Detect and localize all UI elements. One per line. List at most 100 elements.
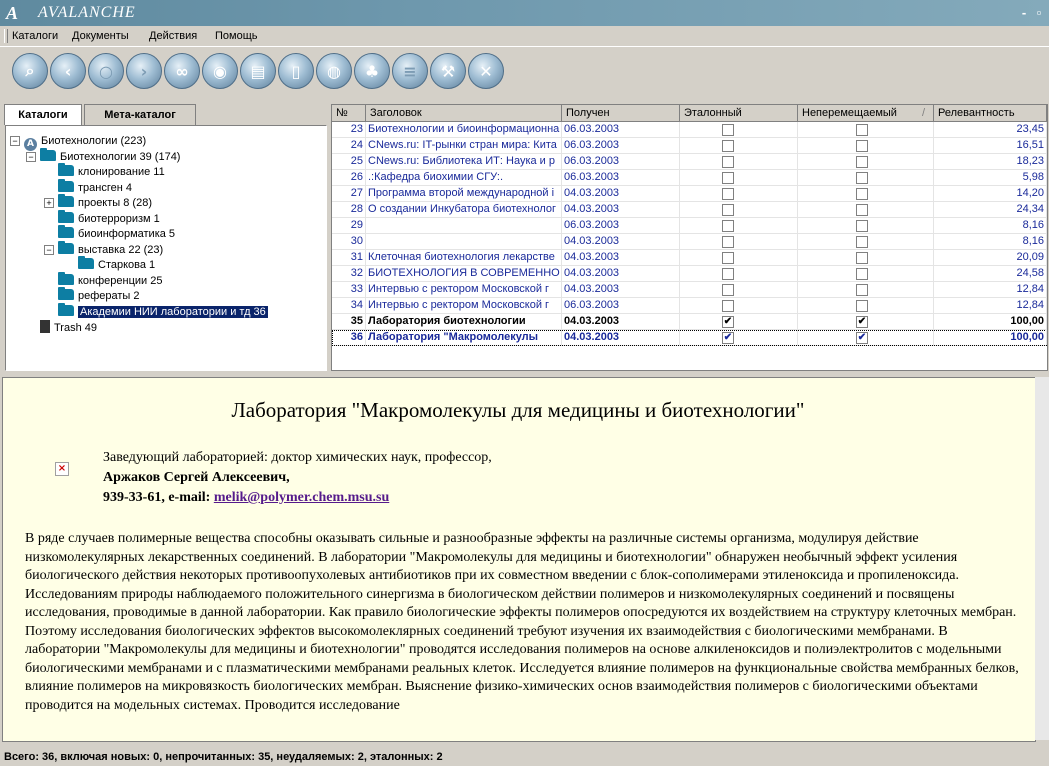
header-col-fixed[interactable]: Неперемещаемый / (798, 105, 934, 122)
pane-splitter[interactable] (0, 372, 1049, 376)
palm-icon[interactable]: ♣ (354, 53, 390, 89)
table-row[interactable]: 24 CNews.ru: IT-рынки стран мира: Кита 06.… (332, 138, 1047, 154)
etalon-checkbox[interactable] (722, 300, 734, 312)
fixed-checkbox[interactable] (856, 284, 868, 296)
etalon-checkbox[interactable] (722, 268, 734, 280)
cell-number: 25 (332, 154, 366, 169)
tree-node[interactable]: Trash 49 (26, 320, 97, 334)
table-row[interactable]: 36 Лаборатория "Макромолекулы 04.03.2003 ✔ ✔… (332, 330, 1047, 346)
table-row[interactable]: 27 Программа второй международной і 04.03.… (332, 186, 1047, 202)
globe-icon[interactable]: ◍ (316, 53, 352, 89)
email-link[interactable]: melik@polymer.chem.msu.su (214, 490, 389, 505)
close-icon[interactable]: ✕ (468, 53, 504, 89)
table-row[interactable]: 34 Интервью с ректором Московской г 06.03.… (332, 298, 1047, 314)
tree-node[interactable]: трансген 4 (44, 178, 132, 195)
etalon-checkbox[interactable] (722, 140, 734, 152)
page-icon[interactable]: ▯ (278, 53, 314, 89)
expand-toggle[interactable]: + (44, 198, 54, 208)
etalon-checkbox[interactable] (722, 124, 734, 136)
tab-meta-catalog[interactable]: Мета-каталог (84, 104, 196, 125)
record-icon[interactable]: ◉ (202, 53, 238, 89)
table-row[interactable]: 33 Интервью с ректором Московской г 04.03.… (332, 282, 1047, 298)
tree-node[interactable]: − выставка 22 (23) (44, 240, 163, 257)
tab-catalogs[interactable]: Каталоги (4, 104, 82, 125)
fixed-checkbox[interactable] (856, 268, 868, 280)
minimize-button[interactable]: - (1016, 5, 1032, 21)
cell-relevance: 24,34 (934, 202, 1047, 217)
back-icon[interactable]: ‹ (50, 53, 86, 89)
table-row[interactable]: 31 Клеточная биотехнология лекарстве 04.03… (332, 250, 1047, 266)
fixed-checkbox[interactable] (856, 124, 868, 136)
header-col-relevance[interactable]: Релевантность (934, 105, 1047, 122)
tree-node[interactable]: клонирование 11 (44, 163, 165, 179)
tools-icon[interactable]: ⚒ (430, 53, 466, 89)
etalon-checkbox[interactable] (722, 172, 734, 184)
document-scrollbar[interactable] (1035, 377, 1049, 740)
tree-node[interactable]: − Биотехнологии 39 (174) (26, 147, 180, 164)
tree-node-label: рефераты 2 (78, 290, 140, 302)
fixed-checkbox[interactable] (856, 300, 868, 312)
table-row[interactable]: 28 О создании Инкубатора биотехнолог 04.03… (332, 202, 1047, 218)
menu-documents[interactable]: Документы (72, 30, 129, 42)
tree-node[interactable]: + проекты 8 (28) (44, 194, 152, 210)
fixed-checkbox[interactable] (856, 172, 868, 184)
fixed-checkbox[interactable]: ✔ (856, 316, 868, 328)
fixed-checkbox[interactable] (856, 252, 868, 264)
header-col-number[interactable]: № (332, 105, 366, 122)
fixed-checkbox[interactable] (856, 220, 868, 232)
toolbar: ⌕ ‹ ○ › ∞ ◉ ▤ ▯ ◍ ♣ ≡ ⚒ ✕ (0, 47, 1049, 99)
etalon-checkbox[interactable] (722, 284, 734, 296)
tree-node[interactable]: биоинформатика 5 (44, 225, 175, 241)
header-col-etalon[interactable]: Эталонный (680, 105, 798, 122)
tree-node[interactable]: рефераты 2 (44, 287, 140, 303)
cell-etalon (680, 154, 798, 169)
restore-button[interactable]: ▫ (1031, 5, 1047, 21)
collapse-toggle[interactable]: − (26, 151, 36, 162)
tree-node[interactable]: − A Биотехнологии (223) (10, 134, 146, 151)
fixed-checkbox[interactable] (856, 236, 868, 248)
fixed-checkbox[interactable] (856, 204, 868, 216)
search-icon[interactable]: ⌕ (12, 53, 48, 89)
cell-number: 35 (332, 314, 366, 329)
refresh-icon[interactable]: ○ (88, 53, 124, 89)
cell-number: 23 (332, 122, 366, 137)
table-row[interactable]: 23 Биотехнологии и биоинформационна 06.03.… (332, 122, 1047, 138)
tree-node[interactable]: Академии НИИ лаборатории и тд 36 (44, 302, 268, 319)
etalon-checkbox[interactable] (722, 156, 734, 168)
fixed-checkbox[interactable] (856, 156, 868, 168)
etalon-checkbox[interactable]: ✔ (722, 316, 734, 328)
table-row[interactable]: 32 БИОТЕХНОЛОГИЯ В СОВРЕМЕННО 04.03.2003 24… (332, 266, 1047, 282)
fixed-checkbox[interactable]: ✔ (856, 332, 868, 344)
table-row[interactable]: 25 CNews.ru: Библиотека ИТ: Наука и р 06.0… (332, 154, 1047, 170)
etalon-checkbox[interactable] (722, 236, 734, 248)
header-col-title[interactable]: Заголовок (366, 105, 562, 122)
header-col-received[interactable]: Получен (562, 105, 680, 122)
collapse-toggle[interactable]: − (10, 136, 20, 146)
etalon-checkbox[interactable] (722, 252, 734, 264)
fixed-checkbox[interactable] (856, 140, 868, 152)
tree-node[interactable]: Старкова 1 (64, 256, 155, 272)
table-row[interactable]: 35 Лаборатория биотехнологии 04.03.2003 ✔ ✔ 1… (332, 314, 1047, 330)
forward-icon[interactable]: › (126, 53, 162, 89)
menu-actions[interactable]: Действия (149, 30, 197, 42)
etalon-checkbox[interactable] (722, 188, 734, 200)
cell-etalon: ✔ (680, 314, 798, 329)
fixed-checkbox[interactable] (856, 188, 868, 200)
collapse-toggle[interactable]: − (44, 244, 54, 255)
etalon-checkbox[interactable] (722, 220, 734, 232)
etalon-checkbox[interactable] (722, 204, 734, 216)
head-position: Заведующий лабораторией: доктор химическ… (103, 450, 492, 465)
cell-fixed: ✔ (798, 330, 934, 345)
etalon-checkbox[interactable]: ✔ (722, 332, 734, 344)
document-list-icon[interactable]: ▤ (240, 53, 276, 89)
table-row[interactable]: 30 04.03.2003 8,16 (332, 234, 1047, 250)
tree-node[interactable]: биотерроризм 1 (44, 209, 160, 226)
tree-node[interactable]: конференции 25 (44, 271, 163, 288)
menu-catalogs[interactable]: Каталоги (12, 30, 58, 42)
menu-help[interactable]: Помощь (215, 30, 258, 42)
link-icon[interactable]: ∞ (164, 53, 200, 89)
table-row[interactable]: 26 .:Кафедра биохимии СГУ:. 06.03.2003 5,98 (332, 170, 1047, 186)
cell-title (366, 218, 562, 233)
stack-icon[interactable]: ≡ (392, 53, 428, 89)
table-row[interactable]: 29 06.03.2003 8,16 (332, 218, 1047, 234)
